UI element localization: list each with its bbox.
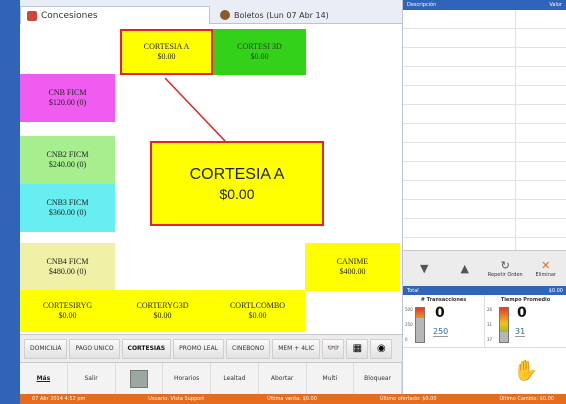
product-button[interactable]: CNB3 FICM $360.00 (0) xyxy=(20,184,115,232)
pos-window: Concesiones Boletos (Lun 07 Abr 14) CORT… xyxy=(20,0,566,404)
chevron-up-icon: ▲ xyxy=(460,261,469,275)
product-button[interactable]: CORTLCOMBO $0.00 xyxy=(210,290,305,332)
zoom-price: $0.00 xyxy=(219,185,255,202)
divider xyxy=(403,85,566,86)
category-promo-leal[interactable]: PROMO LEAL xyxy=(173,338,225,359)
category-bar: DOMICILIA PAGO UNICO CORTESIAS PROMO LEA… xyxy=(20,334,402,362)
payment-area[interactable]: ✋ xyxy=(403,347,566,394)
order-header: Descripción Valor xyxy=(403,0,566,10)
product-grid: CORTESIA A $0.00 CORTESI 3D $0.00 CNB FI… xyxy=(20,24,402,334)
delete-icon: ✕ xyxy=(541,258,551,272)
nav-bloquear[interactable]: Bloquear xyxy=(354,363,402,394)
nav-abortar[interactable]: Abortar xyxy=(259,363,307,394)
product-button[interactable]: CANIME $400.00 xyxy=(305,243,400,291)
nav-multi[interactable]: Multi xyxy=(307,363,355,394)
status-user: Usuario: Vista Support xyxy=(148,396,205,402)
divider xyxy=(403,237,566,238)
divider xyxy=(403,47,566,48)
product-button[interactable]: CORTESIA A $0.00 xyxy=(120,29,213,75)
divider xyxy=(403,104,566,105)
status-datetime: 07 Abr 2014 4:52 pm xyxy=(32,396,86,402)
chevron-down-icon: ▼ xyxy=(420,261,429,275)
product-button[interactable]: CORTERYG3D $0.00 xyxy=(115,290,210,332)
avg-time-gauge xyxy=(499,307,509,343)
hand-icon: ✋ xyxy=(513,358,538,382)
bottom-nav: Más Salir Horarios Lealtad Abortar Multi… xyxy=(20,362,402,394)
product-button[interactable]: CNB4 FICM $480.00 (0) xyxy=(20,243,115,291)
divider xyxy=(403,199,566,200)
zoom-callout: CORTESIA A $0.00 xyxy=(150,141,324,226)
globe-icon[interactable]: ◉ xyxy=(370,338,393,359)
product-button[interactable]: CNB FICM $120.00 (0) xyxy=(20,74,115,122)
repeat-order-button[interactable]: ↻ Repetir Orden xyxy=(486,254,525,284)
status-last-sale: Última venta: $0.00 xyxy=(267,396,317,402)
delete-button[interactable]: ✕ Eliminar xyxy=(527,254,566,284)
avg-time-stat: Tiempo Promedio 26 31 37 0 31 xyxy=(485,295,566,347)
stats-panel: # Transacciones 500 250 0 0 250 Tiempo P… xyxy=(403,295,566,347)
tickets-icon xyxy=(220,10,230,20)
tab-label: Boletos (Lun 07 Abr 14) xyxy=(234,10,329,20)
status-last-offered: Último ofertado: $0.00 xyxy=(379,396,437,402)
screen-icon xyxy=(129,369,148,388)
divider xyxy=(403,28,566,29)
transactions-value: 0 xyxy=(435,305,445,321)
divider xyxy=(515,10,516,250)
category-domicilia[interactable]: DOMICILIA xyxy=(24,338,68,359)
nav-lealtad[interactable]: Lealtad xyxy=(211,363,259,394)
category-cortesias[interactable]: CORTESIAS xyxy=(121,338,172,359)
repeat-icon: ↻ xyxy=(500,258,510,272)
divider xyxy=(403,123,566,124)
status-bar: 07 Abr 2014 4:52 pm Usuario: Vista Suppo… xyxy=(20,394,566,404)
tab-boletos[interactable]: Boletos (Lun 07 Abr 14) xyxy=(210,6,385,24)
transactions-target: 250 xyxy=(433,327,449,337)
concessions-icon xyxy=(27,10,37,21)
avg-time-target: 31 xyxy=(515,327,526,337)
avg-time-value: 0 xyxy=(517,305,527,321)
divider xyxy=(403,180,566,181)
tab-label: Concesiones xyxy=(41,10,98,21)
tab-bar: Concesiones Boletos (Lun 07 Abr 14) xyxy=(20,0,402,24)
transactions-stat: # Transacciones 500 250 0 0 250 xyxy=(403,295,485,347)
tab-concesiones[interactable]: Concesiones xyxy=(20,6,210,24)
glasses-icon[interactable]: 👓 xyxy=(322,338,345,359)
col-value: Valor xyxy=(549,2,562,8)
order-list[interactable] xyxy=(403,10,566,250)
nav-salir[interactable]: Salir xyxy=(68,363,116,394)
divider xyxy=(403,218,566,219)
total-bar: Total $0.00 xyxy=(403,286,566,295)
nav-image[interactable] xyxy=(116,363,164,394)
divider xyxy=(403,161,566,162)
status-last-change: Último Cambio: $0.00 xyxy=(499,396,554,402)
order-panel: Descripción Valor ▼ ▲ ↻ Repetir Orden ✕ … xyxy=(402,0,566,394)
total-label: Total xyxy=(407,287,419,294)
col-description: Descripción xyxy=(407,2,437,8)
product-button[interactable]: CORTESI 3D $0.00 xyxy=(213,29,306,75)
transactions-gauge xyxy=(415,307,425,343)
nav-horarios[interactable]: Horarios xyxy=(163,363,211,394)
scroll-down-button[interactable]: ▼ xyxy=(405,254,444,284)
category-mem-4lic[interactable]: MEM + 4LIC xyxy=(272,338,321,359)
nav-mas[interactable]: Más xyxy=(20,363,68,394)
product-button[interactable]: CORTESIRYG $0.00 xyxy=(20,290,115,332)
scroll-up-button[interactable]: ▲ xyxy=(446,254,485,284)
product-button[interactable]: CNB2 FICM $240.00 (0) xyxy=(20,136,115,184)
zoom-title: CORTESIA A xyxy=(189,165,285,183)
divider xyxy=(403,142,566,143)
grid-icon[interactable]: ▦ xyxy=(346,338,369,359)
divider xyxy=(403,66,566,67)
category-pago-unico[interactable]: PAGO UNICO xyxy=(69,338,120,359)
order-actions: ▼ ▲ ↻ Repetir Orden ✕ Eliminar xyxy=(403,250,566,286)
category-cinebono[interactable]: CINEBONO xyxy=(226,338,271,359)
total-value: $0.00 xyxy=(548,287,563,294)
